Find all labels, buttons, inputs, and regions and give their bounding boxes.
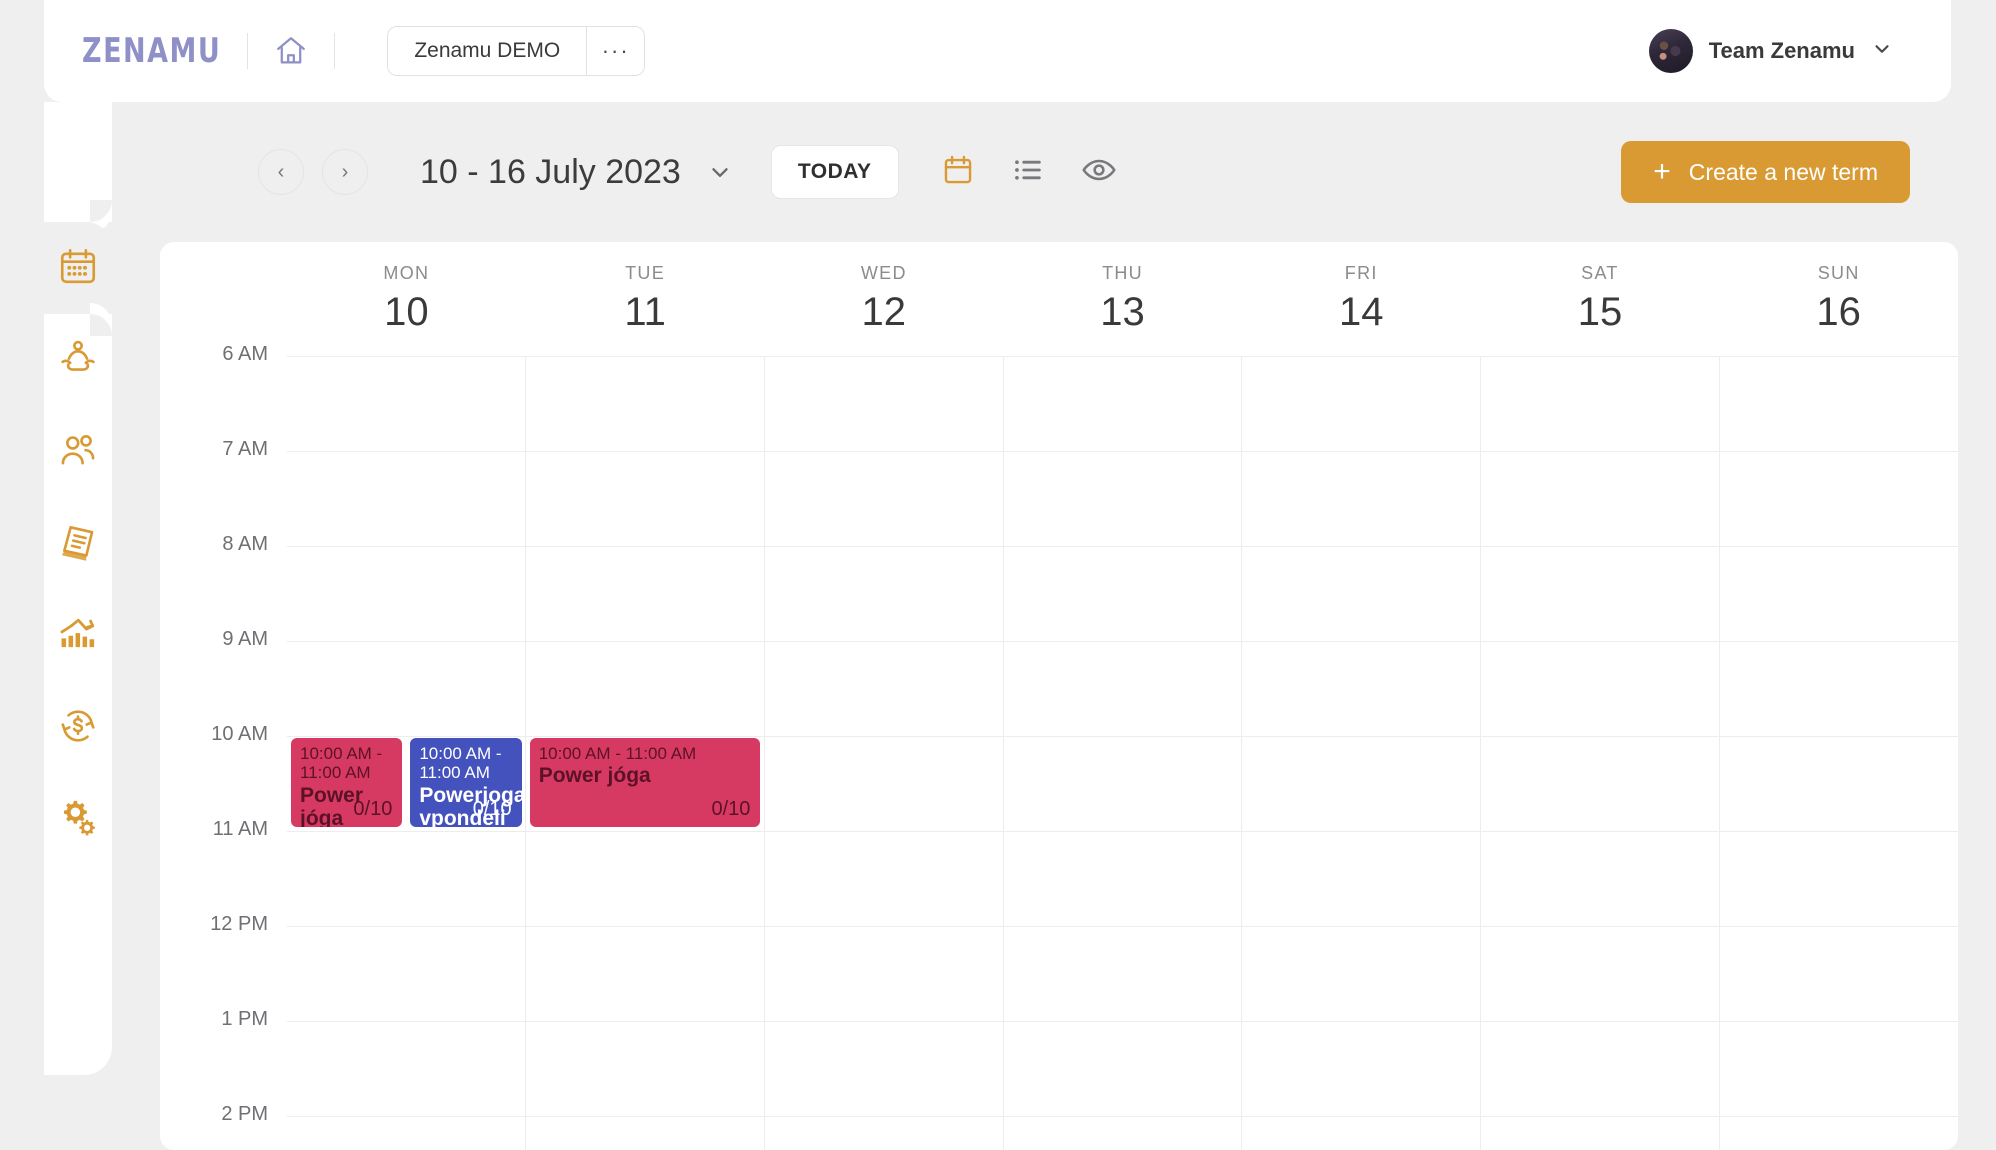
sidebar-item-settings[interactable] — [44, 774, 112, 866]
today-button[interactable]: TODAY — [770, 145, 899, 199]
sidebar-item-payments[interactable] — [44, 682, 112, 774]
user-menu[interactable]: Team Zenamu — [1648, 29, 1893, 73]
header-divider-1 — [247, 33, 249, 69]
day-header-sun[interactable]: SUN 16 — [1719, 242, 1958, 356]
event-time: 10:00 AM - 11:00 AM — [419, 744, 502, 783]
day-of-week-label: FRI — [1344, 263, 1378, 283]
time-gutter-header — [160, 242, 287, 356]
plus-icon: + — [1653, 155, 1671, 188]
workspace-selector[interactable]: Zenamu DEMO ··· — [387, 26, 646, 76]
list-view-icon[interactable] — [1011, 153, 1045, 192]
events-layer: 10:00 AM - 11:00 AM Power jóga 0/10 10:00 A… — [287, 356, 1958, 1150]
bar-chart-icon — [57, 613, 99, 660]
day-header-tue[interactable]: TUE 11 — [526, 242, 765, 356]
day-number-label: 13 — [1100, 290, 1145, 334]
sidebar — [22, 102, 112, 1075]
create-new-term-label: Create a new term — [1688, 158, 1878, 185]
app-logo[interactable]: ZENAMU — [82, 32, 221, 71]
sidebar-item-clients[interactable] — [44, 406, 112, 498]
home-icon[interactable] — [274, 34, 308, 68]
day-number-label: 14 — [1338, 290, 1384, 334]
day-number-label: 11 — [624, 290, 666, 334]
event-capacity: 0/10 — [711, 798, 751, 820]
calendar-icon — [57, 245, 99, 292]
top-header: ZENAMU Zenamu DEMO ··· Team Zenamu — [44, 0, 1951, 102]
hour-label: 1 PM — [221, 1008, 268, 1030]
event-time: 10:00 AM - 11:00 AM — [538, 744, 697, 763]
avatar — [1648, 29, 1693, 73]
hour-label: 2 PM — [221, 1103, 268, 1125]
calendar-event[interactable]: 10:00 AM - 11:00 AM Power jóga 0/10 — [529, 738, 761, 827]
calendar-day-header: MON 10 TUE 11 WED 12 THU 13 FRI 14 SAT 15 SUN 16 — [160, 242, 1958, 356]
date-range-label: 10 - 16 July 2023 — [420, 152, 681, 191]
sidebar-item-statistics[interactable] — [44, 590, 112, 682]
gears-icon — [57, 797, 99, 844]
day-events-column: 10:00 AM - 11:00 AM Power jóga 0/10 — [526, 356, 765, 1150]
user-name: Team Zenamu — [1708, 38, 1855, 63]
day-header-wed[interactable]: WED 12 — [764, 242, 1003, 356]
day-of-week-label: TUE — [625, 263, 666, 283]
day-number-label: 15 — [1577, 290, 1623, 334]
view-mode-switcher — [941, 152, 1117, 193]
day-events-column: 10:00 AM - 11:00 AM Powerjoga vpondeli 0/1… — [287, 356, 526, 1150]
hour-label: 6 AM — [222, 343, 268, 365]
header-divider-2 — [334, 33, 336, 69]
sidebar-item-classes[interactable] — [44, 314, 112, 406]
create-new-term-button[interactable]: + Create a new term — [1621, 141, 1910, 203]
day-header-mon[interactable]: MON 10 — [287, 242, 526, 356]
hour-label: 9 AM — [222, 628, 268, 650]
day-of-week-label: THU — [1102, 263, 1143, 283]
event-title: Power jóga — [538, 764, 651, 788]
hour-label: 10 AM — [211, 723, 268, 745]
day-of-week-label: SAT — [1581, 263, 1619, 283]
day-number-label: 12 — [861, 290, 907, 334]
day-number-label: 10 — [384, 290, 429, 334]
people-icon — [57, 429, 99, 476]
day-header-thu[interactable]: THU 13 — [1003, 242, 1242, 356]
dollar-refresh-icon — [57, 705, 99, 752]
day-of-week-label: SUN — [1817, 263, 1860, 283]
calendar-toolbar: ‹ › 10 - 16 July 2023 TODAY + Create a n… — [160, 126, 1958, 218]
calendar-view-icon[interactable] — [941, 153, 975, 192]
day-of-week-label: MON — [383, 263, 430, 283]
workspace-name[interactable]: Zenamu DEMO — [388, 27, 586, 75]
workspace-more-button[interactable]: ··· — [586, 27, 644, 75]
next-week-button[interactable]: › — [322, 149, 368, 195]
prev-week-button[interactable]: ‹ — [258, 149, 304, 195]
hour-label: 7 AM — [222, 438, 268, 460]
chevron-down-icon[interactable] — [1871, 38, 1893, 65]
hour-label: 12 PM — [210, 913, 268, 935]
day-number-label: 16 — [1816, 290, 1861, 334]
date-range-chevron-down-icon[interactable] — [707, 159, 733, 185]
yoga-pose-icon — [57, 337, 99, 384]
sidebar-item-calendar[interactable] — [22, 200, 112, 336]
invoice-icon — [57, 521, 99, 568]
hour-label: 8 AM — [222, 533, 268, 555]
event-capacity: 0/10 — [472, 798, 512, 820]
day-header-fri[interactable]: FRI 14 — [1242, 242, 1481, 356]
day-of-week-label: WED — [860, 263, 907, 283]
day-header-sat[interactable]: SAT 15 — [1481, 242, 1720, 356]
calendar-grid: 6 AM 7 AM 8 AM 9 AM 10 AM 11 AM 12 PM 1 PM 2 PM … — [160, 343, 1958, 1150]
eye-view-icon[interactable] — [1081, 152, 1117, 193]
calendar-card: MON 10 TUE 11 WED 12 THU 13 FRI 14 SAT 15 SUN 16 6 AM… — [160, 242, 1958, 1150]
hour-label: 11 AM — [212, 818, 268, 840]
calendar-event[interactable]: 10:00 AM - 11:00 AM Powerjoga vpondeli 0/1… — [410, 738, 522, 827]
sidebar-item-invoices[interactable] — [44, 498, 112, 590]
